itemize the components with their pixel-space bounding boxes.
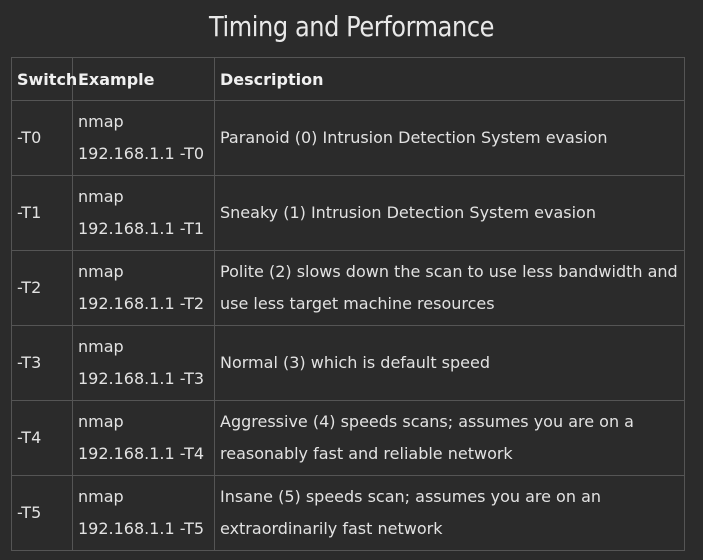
example-command: nmap (78, 112, 124, 131)
header-switch: Switch (11, 57, 77, 101)
example-command: nmap (78, 262, 124, 281)
example-cell: nmap 192.168.1.1 -T4 (72, 400, 215, 476)
description-cell: Paranoid (0) Intrusion Detection System … (214, 100, 685, 176)
description-cell: Sneaky (1) Intrusion Detection System ev… (214, 175, 685, 251)
switch-cell: -T4 (11, 400, 73, 476)
example-argument: 192.168.1.1 -T2 (78, 294, 205, 313)
header-example: Example (72, 57, 215, 101)
example-command: nmap (78, 412, 124, 431)
table-row: -T3 nmap 192.168.1.1 -T3 Normal (3) which… (11, 325, 685, 401)
example-argument: 192.168.1.1 -T3 (78, 369, 205, 388)
switch-cell: -T2 (11, 250, 73, 326)
table-row: -T0 nmap 192.168.1.1 -T0 Paranoid (0) Int… (11, 100, 685, 176)
header-description: Description (214, 57, 685, 101)
example-command: nmap (78, 337, 124, 356)
table-row: -T4 nmap 192.168.1.1 -T4 Aggressive (4) s… (11, 400, 685, 476)
example-cell: nmap 192.168.1.1 -T5 (72, 475, 215, 551)
example-command: nmap (78, 487, 124, 506)
example-cell: nmap 192.168.1.1 -T2 (72, 250, 215, 326)
description-cell: Insane (5) speeds scan; assumes you are … (214, 475, 685, 551)
table-row: -T5 nmap 192.168.1.1 -T5 Insane (5) speed… (11, 475, 685, 551)
table-header-row: Switch Example Description (11, 57, 685, 101)
switch-cell: -T5 (11, 475, 73, 551)
page-title: Timing and Performance (208, 10, 495, 43)
table-row: -T1 nmap 192.168.1.1 -T1 Sneaky (1) Intru… (11, 175, 685, 251)
timing-table: Switch Example Description -T0 nmap 192.1… (11, 57, 685, 551)
example-cell: nmap 192.168.1.1 -T0 (72, 100, 215, 176)
description-cell: Normal (3) which is default speed (214, 325, 685, 401)
example-cell: nmap 192.168.1.1 -T1 (72, 175, 215, 251)
switch-cell: -T0 (11, 100, 73, 176)
table-row: -T2 nmap 192.168.1.1 -T2 Polite (2) slows… (11, 250, 685, 326)
example-argument: 192.168.1.1 -T1 (78, 219, 205, 238)
example-argument: 192.168.1.1 -T4 (78, 444, 205, 463)
example-argument: 192.168.1.1 -T5 (78, 519, 205, 538)
example-cell: nmap 192.168.1.1 -T3 (72, 325, 215, 401)
switch-cell: -T3 (11, 325, 73, 401)
example-argument: 192.168.1.1 -T0 (78, 144, 205, 163)
description-cell: Aggressive (4) speeds scans; assumes you… (214, 400, 685, 476)
example-command: nmap (78, 187, 124, 206)
description-cell: Polite (2) slows down the scan to use le… (214, 250, 685, 326)
switch-cell: -T1 (11, 175, 73, 251)
